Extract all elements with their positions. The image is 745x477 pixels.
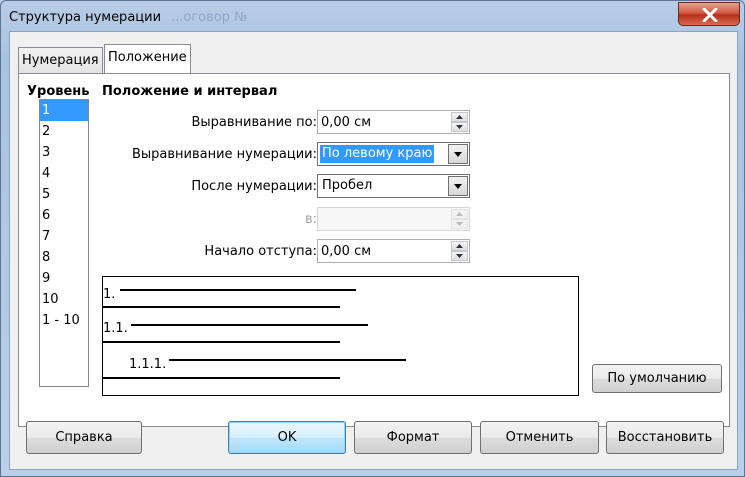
preview-line	[169, 359, 406, 361]
cancel-button-label: Отменить	[505, 430, 574, 445]
spin-down-icon[interactable]	[451, 251, 468, 261]
indent-label: Начало отступа:	[204, 244, 317, 259]
background-window-title: ...оговор №	[171, 10, 248, 25]
spin-up-icon[interactable]	[451, 209, 468, 219]
preview-line	[103, 341, 340, 343]
preview-line	[103, 377, 340, 379]
restore-button[interactable]: Восстановить	[606, 421, 724, 454]
restore-button-label: Восстановить	[617, 430, 713, 445]
default-button-label: По умолчанию	[607, 371, 707, 386]
level-item-9[interactable]: 9	[40, 268, 88, 289]
ok-button[interactable]: OK	[228, 421, 346, 454]
level-item-2[interactable]: 2	[40, 121, 88, 142]
level-item-3[interactable]: 3	[40, 142, 88, 163]
section-title: Положение и интервал	[102, 84, 278, 99]
spin-up-icon[interactable]	[451, 112, 468, 122]
level-item-7[interactable]: 7	[40, 226, 88, 247]
level-item-1[interactable]: 1	[40, 100, 88, 121]
level-item-4[interactable]: 4	[40, 163, 88, 184]
after-numbering-value: Пробел	[322, 178, 373, 193]
numbering-alignment-label: Выравнивание нумерации:	[131, 147, 317, 162]
preview-number-1: 1.	[103, 287, 116, 302]
indent-value: 0,00 см	[321, 244, 372, 259]
close-icon	[702, 8, 718, 22]
ok-button-label: OK	[277, 430, 297, 445]
chevron-down-icon[interactable]	[448, 176, 468, 196]
numbering-alignment-dropdown[interactable]: По левому краю	[317, 142, 470, 166]
format-button-label: Формат	[386, 430, 440, 445]
dialog-window: Структура нумерации ...оговор № Нумераци…	[0, 0, 745, 477]
cancel-button[interactable]: Отменить	[480, 421, 599, 454]
preview-number-3: 1.1.1.	[129, 357, 167, 372]
at-spin-arrows[interactable]	[451, 209, 468, 229]
levels-list[interactable]: 1 2 3 4 5 6 7 8 9 10 1 - 10	[39, 99, 89, 387]
alignment-spin-arrows[interactable]	[451, 112, 468, 132]
help-button-label: Справка	[55, 430, 113, 445]
window-title: Структура нумерации	[9, 10, 162, 25]
alignment-spinbox[interactable]: 0,00 см	[317, 110, 470, 134]
level-item-5[interactable]: 5	[40, 184, 88, 205]
at-label: в:	[304, 212, 317, 227]
preview-number-2: 1.1.	[103, 321, 128, 336]
tab-position-label: Положение	[108, 50, 187, 65]
tab-numbering[interactable]: Нумерация	[18, 47, 103, 73]
default-button[interactable]: По умолчанию	[592, 364, 722, 393]
alignment-value: 0,00 см	[321, 115, 372, 130]
preview-line	[131, 324, 368, 326]
dialog-client-area: Нумерация Положение Уровень 1 2 3 4 5 6 …	[9, 31, 738, 470]
spin-down-icon[interactable]	[451, 122, 468, 132]
preview-line	[103, 306, 340, 308]
levels-header: Уровень	[27, 84, 90, 99]
close-button[interactable]	[678, 2, 740, 26]
spin-down-icon[interactable]	[451, 219, 468, 229]
level-item-1-10[interactable]: 1 - 10	[40, 310, 88, 331]
spin-up-icon[interactable]	[451, 241, 468, 251]
chevron-down-icon[interactable]	[448, 144, 468, 164]
numbering-alignment-value: По левому краю	[320, 145, 435, 163]
after-numbering-dropdown[interactable]: Пробел	[317, 174, 470, 198]
tab-panel-position: Уровень 1 2 3 4 5 6 7 8 9 10 1 - 10 Поло…	[18, 73, 730, 427]
tab-position[interactable]: Положение	[104, 44, 191, 73]
help-button[interactable]: Справка	[26, 421, 142, 454]
format-button[interactable]: Формат	[354, 421, 472, 454]
alignment-label: Выравнивание по:	[191, 115, 317, 130]
level-item-10[interactable]: 10	[40, 289, 88, 310]
tab-numbering-label: Нумерация	[22, 53, 99, 68]
indent-spinbox[interactable]: 0,00 см	[317, 239, 470, 263]
numbering-preview: 1. 1.1. 1.1.1.	[102, 276, 579, 396]
after-numbering-label: После нумерации:	[191, 179, 317, 194]
level-item-8[interactable]: 8	[40, 247, 88, 268]
preview-line	[120, 289, 356, 291]
level-item-6[interactable]: 6	[40, 205, 88, 226]
at-spinbox[interactable]	[317, 207, 470, 231]
indent-spin-arrows[interactable]	[451, 241, 468, 261]
